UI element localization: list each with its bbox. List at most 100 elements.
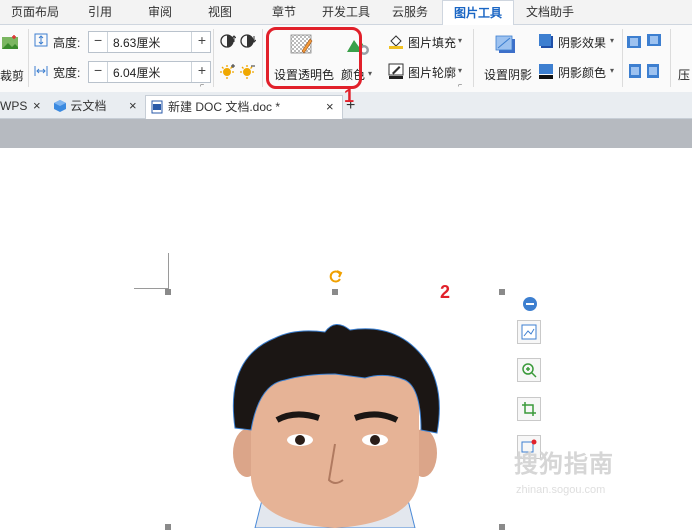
size-dialog-launcher[interactable]: ⌐ bbox=[200, 82, 204, 89]
height-decrease-button[interactable]: − bbox=[94, 32, 102, 48]
picture-dialog-launcher[interactable]: ⌐ bbox=[458, 82, 462, 89]
tab-section[interactable]: 章节 bbox=[262, 0, 306, 24]
tab-cloud-docs[interactable]: 云文档 bbox=[53, 95, 106, 117]
height-value[interactable]: 8.63厘米 bbox=[113, 34, 160, 51]
shadow-effect-icon bbox=[539, 34, 553, 48]
tab-picture-tools[interactable]: 图片工具 bbox=[442, 0, 514, 26]
picture-fill-label: 图片填充 bbox=[408, 36, 457, 50]
height-increase-button[interactable]: + bbox=[198, 32, 206, 48]
set-shadow-label: 设置阴影 bbox=[484, 68, 533, 82]
cloud-doc-icon bbox=[54, 100, 66, 112]
compress-button[interactable]: 压 bbox=[676, 28, 692, 88]
watermark: 搜狗指南 bbox=[514, 444, 614, 479]
close-icon[interactable]: × bbox=[33, 95, 41, 117]
close-icon[interactable]: × bbox=[326, 96, 334, 118]
resize-handle-bottom-left[interactable] bbox=[165, 524, 171, 530]
shadow-nudge-right-icon[interactable] bbox=[646, 63, 662, 79]
chevron-down-icon: ▾ bbox=[610, 36, 615, 45]
annotation-marker-2: 2 bbox=[440, 282, 451, 302]
close-icon[interactable]: × bbox=[129, 95, 137, 117]
crop-side-button[interactable] bbox=[517, 397, 541, 421]
shadow-color-label: 阴影颜色 bbox=[558, 66, 607, 80]
tab-wps[interactable]: WPS bbox=[0, 95, 27, 117]
rotate-icon[interactable] bbox=[328, 268, 344, 284]
shadow-nudge-down-icon[interactable] bbox=[646, 33, 662, 49]
portrait-photo[interactable] bbox=[215, 318, 455, 528]
shadow-icon bbox=[495, 35, 515, 53]
set-shadow-button[interactable]: 设置阴影 bbox=[478, 28, 534, 88]
separator bbox=[213, 29, 214, 87]
separator bbox=[28, 29, 29, 87]
tab-view[interactable]: 视图 bbox=[198, 0, 242, 24]
crop-icon bbox=[2, 35, 18, 49]
width-decrease-button[interactable]: − bbox=[94, 62, 102, 78]
shadow-nudge-up-icon[interactable] bbox=[626, 33, 642, 49]
compress-label: 压 bbox=[678, 68, 691, 82]
height-icon bbox=[34, 33, 48, 47]
width-input[interactable]: − 6.04厘米 + bbox=[88, 61, 211, 83]
chevron-down-icon: ▾ bbox=[368, 69, 373, 78]
zoom-preview-button[interactable] bbox=[517, 358, 541, 382]
height-label: 高度: bbox=[53, 36, 81, 50]
picture-outline-label: 图片轮廓 bbox=[408, 66, 457, 80]
shadow-color-button[interactable]: 阴影颜色 ▾ bbox=[536, 61, 620, 81]
chevron-down-icon: ▾ bbox=[458, 36, 463, 45]
toolbar-spacer bbox=[0, 119, 692, 148]
watermark-url: zhinan.sogou.com bbox=[516, 484, 606, 496]
page-corner-mark bbox=[134, 288, 169, 289]
pencil-outline-icon bbox=[388, 63, 404, 79]
picture-fill-button[interactable]: 图片填充 ▾ bbox=[386, 31, 468, 51]
shadow-effect-label: 阴影效果 bbox=[558, 36, 607, 50]
layout-options-button[interactable] bbox=[517, 320, 541, 344]
divider bbox=[191, 62, 192, 82]
tab-doc-assistant[interactable]: 文档助手 bbox=[520, 0, 580, 24]
separator bbox=[262, 29, 263, 87]
cloud-docs-tab-label: 云文档 bbox=[70, 99, 107, 113]
tab-cloud-service[interactable]: 云服务 bbox=[386, 0, 434, 24]
separator bbox=[670, 29, 671, 87]
tab-references[interactable]: 引用 bbox=[78, 0, 122, 24]
wps-tab-label: WPS bbox=[0, 99, 28, 113]
document-page[interactable]: 2 搜狗指南 zhinan.sogou.com bbox=[0, 148, 692, 530]
paint-bucket-icon bbox=[389, 35, 403, 49]
chevron-down-icon: ▾ bbox=[610, 66, 615, 75]
resize-handle-top-right[interactable] bbox=[499, 289, 505, 295]
tab-page-layout[interactable]: 页面布局 bbox=[6, 0, 64, 24]
ribbon-toolbar: 裁剪 高度: − 8.63厘米 + 宽度: − 6.04厘米 + ⌐ 设置透明色… bbox=[0, 25, 692, 93]
tab-developer-tools[interactable]: 开发工具 bbox=[316, 0, 376, 24]
ribbon-tab-bar: 页面布局 引用 审阅 视图 章节 开发工具 云服务 图片工具 文档助手 bbox=[0, 0, 692, 26]
document-tab-label: 新建 DOC 文档.doc * bbox=[168, 100, 281, 114]
resize-handle-top-left[interactable] bbox=[165, 289, 171, 295]
brightness-decrease-icon[interactable] bbox=[240, 63, 256, 79]
width-label: 宽度: bbox=[53, 66, 81, 80]
height-input[interactable]: − 8.63厘米 + bbox=[88, 31, 211, 53]
resize-handle-top-center[interactable] bbox=[332, 289, 338, 295]
brightness-increase-icon[interactable] bbox=[220, 63, 236, 79]
contrast-decrease-icon[interactable] bbox=[240, 33, 256, 49]
collapse-icon[interactable] bbox=[522, 296, 538, 312]
width-icon bbox=[34, 66, 48, 76]
crop-side-icon bbox=[522, 402, 536, 416]
contrast-increase-icon[interactable] bbox=[220, 33, 236, 49]
width-increase-button[interactable]: + bbox=[198, 62, 206, 78]
divider bbox=[107, 32, 108, 52]
separator bbox=[473, 29, 474, 87]
resize-handle-bottom-right[interactable] bbox=[499, 524, 505, 530]
page-corner-mark bbox=[168, 253, 169, 289]
zoom-in-icon bbox=[522, 363, 537, 378]
divider bbox=[191, 32, 192, 52]
layout-options-icon bbox=[521, 324, 537, 340]
width-value[interactable]: 6.04厘米 bbox=[113, 64, 160, 81]
divider bbox=[107, 62, 108, 82]
shadow-nudge-left-icon[interactable] bbox=[626, 63, 642, 79]
shadow-effect-button[interactable]: 阴影效果 ▾ bbox=[536, 31, 620, 51]
crop-label: 裁剪 bbox=[0, 69, 25, 83]
tab-review[interactable]: 审阅 bbox=[138, 0, 182, 24]
tab-current-document[interactable]: 新建 DOC 文档.doc * × bbox=[145, 95, 343, 119]
chevron-down-icon: ▾ bbox=[458, 66, 463, 75]
annotation-marker-1: 1 bbox=[344, 86, 355, 106]
watermark-text: 搜狗指南 bbox=[514, 451, 614, 478]
shadow-color-icon bbox=[539, 64, 553, 79]
crop-button[interactable]: 裁剪 bbox=[0, 29, 24, 85]
picture-outline-button[interactable]: 图片轮廓 ▾ bbox=[386, 61, 468, 81]
